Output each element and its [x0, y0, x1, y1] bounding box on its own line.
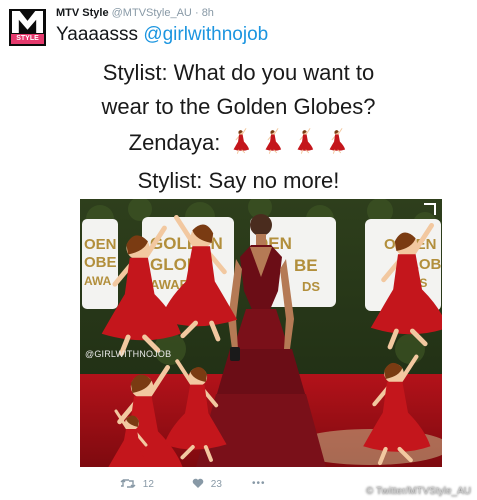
tweet-time[interactable]: 8h: [202, 7, 214, 19]
meme-line-3: Zendaya:: [0, 128, 477, 156]
retweet-count: 12: [142, 479, 154, 490]
dancer-emoji: [265, 128, 282, 154]
more-options-button[interactable]: •••: [252, 478, 266, 489]
meme-line-2: wear to the Golden Globes?: [101, 94, 376, 119]
like-button[interactable]: 23: [192, 478, 222, 490]
tweet-text: Yaaaasss @girlwithnojob: [56, 24, 268, 46]
tweet-header: MTV Style @MTVStyle_AU · 8h: [56, 7, 214, 19]
sign-text-8: DS: [302, 279, 320, 294]
dancer-emoji: [233, 128, 250, 154]
meme-line-1: Stylist: What do you want to: [102, 60, 375, 85]
photo-credit: © Twitter/MTVStyle_AU: [366, 486, 471, 497]
author-handle[interactable]: @MTVStyle_AU: [112, 7, 192, 19]
sign-text-7: BE: [294, 256, 318, 275]
mention-link[interactable]: @girlwithnojob: [143, 24, 268, 45]
avatar-style-label: STYLE: [11, 34, 44, 44]
sign-text-1: OBE: [84, 254, 117, 271]
meme-photo[interactable]: OEN OBE AWA GOLDEN GLOBE AWARDS DEN BE D…: [80, 199, 442, 467]
zendaya-neck: [256, 234, 266, 246]
mtv-logo-icon: [12, 11, 43, 33]
tweet-text-prefix: Yaaaasss: [56, 24, 144, 45]
sign-text-0: OEN: [84, 236, 117, 253]
dancer-emoji-row: [220, 128, 348, 155]
zendaya-clutch: [230, 347, 240, 361]
zendaya-head: [250, 214, 272, 236]
author-name[interactable]: MTV Style: [56, 7, 109, 19]
watermark-text: @GIRLWITHNOJOB: [85, 349, 172, 359]
meme-photo-svg: OEN OBE AWA GOLDEN GLOBE AWARDS DEN BE D…: [80, 199, 442, 467]
dancer-emoji: [297, 128, 314, 154]
like-count: 23: [210, 479, 222, 490]
meme-line-3-prefix: Zendaya:: [128, 130, 221, 155]
dancer-emoji: [329, 128, 346, 154]
retweet-button[interactable]: 12: [120, 478, 154, 490]
separator-dot: ·: [194, 7, 199, 19]
sign-text-2: AWA: [84, 274, 112, 288]
heart-icon: [192, 478, 204, 488]
meme-line-4: Stylist: Say no more!: [137, 168, 340, 193]
retweet-icon: [120, 479, 136, 488]
mtv-style-avatar[interactable]: STYLE: [9, 9, 46, 46]
expand-icon[interactable]: [424, 203, 436, 215]
